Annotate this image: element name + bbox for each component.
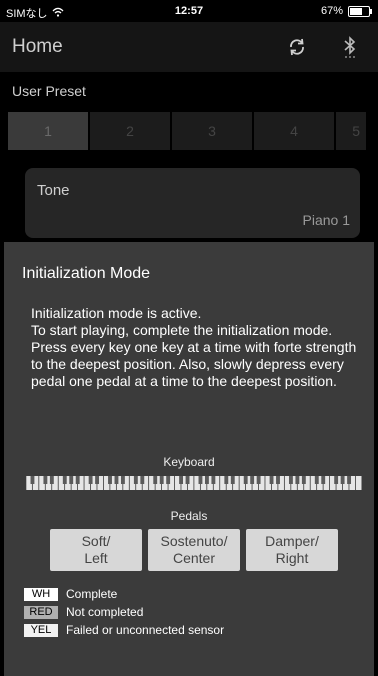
modal-description: Initialization mode is active. To start p… bbox=[31, 305, 357, 389]
legend-item: YEL Failed or unconnected sensor bbox=[24, 621, 224, 639]
black-key bbox=[43, 476, 48, 484]
black-key bbox=[340, 476, 345, 484]
black-key bbox=[276, 476, 280, 484]
battery-icon bbox=[348, 5, 372, 17]
black-key bbox=[347, 476, 352, 484]
black-key bbox=[114, 476, 119, 484]
black-key bbox=[166, 476, 171, 484]
status-legend: WH Complete RED Not completed YEL Failed… bbox=[24, 585, 224, 639]
preset-tab-2[interactable]: 2 bbox=[90, 112, 170, 150]
tone-label: Tone bbox=[37, 182, 70, 199]
battery-percent: 67% bbox=[320, 5, 343, 17]
tone-card[interactable]: Tone Piano 1 bbox=[25, 168, 360, 238]
pedal-status-group: Soft/ Left Sostenuto/ Center Damper/ Rig… bbox=[50, 529, 338, 571]
legend-item: WH Complete bbox=[24, 585, 224, 603]
black-key bbox=[334, 476, 339, 484]
status-bar: SIMなし 12:57 67% bbox=[0, 0, 378, 22]
black-key bbox=[211, 476, 216, 484]
pedal-damper-right: Damper/ Right bbox=[246, 529, 338, 571]
black-key bbox=[204, 476, 209, 484]
black-key bbox=[224, 476, 229, 484]
pedal-soft-left: Soft/ Left bbox=[50, 529, 142, 571]
legend-badge-wh: WH bbox=[24, 587, 58, 601]
preset-tabs: 1 2 3 4 5 bbox=[8, 112, 366, 150]
preset-tab-5[interactable]: 5 bbox=[336, 112, 366, 150]
preset-tab-1[interactable]: 1 bbox=[8, 112, 88, 150]
keyboard-status-strip bbox=[26, 476, 362, 490]
sync-icon[interactable] bbox=[286, 36, 308, 58]
black-key bbox=[198, 476, 203, 484]
legend-text: Complete bbox=[66, 587, 118, 601]
tone-value: Piano 1 bbox=[302, 212, 350, 228]
legend-item: RED Not completed bbox=[24, 603, 224, 621]
page-title: Home bbox=[12, 36, 63, 57]
pedal-sostenuto-center: Sostenuto/ Center bbox=[148, 529, 240, 571]
legend-badge-red: RED bbox=[24, 605, 58, 619]
black-key bbox=[140, 476, 145, 484]
black-key bbox=[314, 476, 319, 484]
black-key bbox=[62, 476, 67, 484]
nav-bar: Home bbox=[0, 22, 378, 72]
black-key bbox=[95, 476, 100, 484]
black-key bbox=[133, 476, 138, 484]
black-key bbox=[185, 476, 190, 484]
legend-text: Failed or unconnected sensor bbox=[66, 623, 225, 637]
black-key bbox=[159, 476, 164, 484]
black-key bbox=[301, 476, 306, 484]
preset-tab-4[interactable]: 4 bbox=[254, 112, 334, 150]
black-key bbox=[153, 476, 158, 484]
black-key bbox=[75, 476, 80, 484]
initialization-modal: Initialization Mode Initialization mode … bbox=[4, 242, 374, 676]
black-key bbox=[250, 476, 255, 484]
black-key bbox=[321, 476, 326, 484]
black-key bbox=[256, 476, 261, 484]
preset-tab-3[interactable]: 3 bbox=[172, 112, 252, 150]
black-key bbox=[120, 476, 125, 484]
modal-title: Initialization Mode bbox=[22, 265, 151, 282]
black-key bbox=[108, 476, 112, 484]
black-key bbox=[269, 476, 274, 484]
black-key bbox=[30, 476, 35, 484]
black-key bbox=[230, 476, 235, 484]
black-key bbox=[288, 476, 293, 484]
black-key bbox=[49, 476, 54, 484]
legend-badge-yel: YEL bbox=[24, 623, 58, 637]
black-key bbox=[295, 476, 300, 484]
bluetooth-icon[interactable] bbox=[342, 35, 358, 61]
status-right: 67% bbox=[320, 5, 372, 17]
user-preset-label: User Preset bbox=[12, 83, 86, 99]
keyboard-label: Keyboard bbox=[163, 455, 215, 469]
black-key bbox=[69, 476, 74, 484]
white-key bbox=[355, 476, 362, 490]
black-key bbox=[243, 476, 248, 484]
black-key bbox=[179, 476, 184, 484]
pedals-label: Pedals bbox=[170, 509, 208, 523]
black-key bbox=[88, 476, 93, 484]
legend-text: Not completed bbox=[66, 605, 144, 619]
battery-fill bbox=[350, 7, 363, 15]
